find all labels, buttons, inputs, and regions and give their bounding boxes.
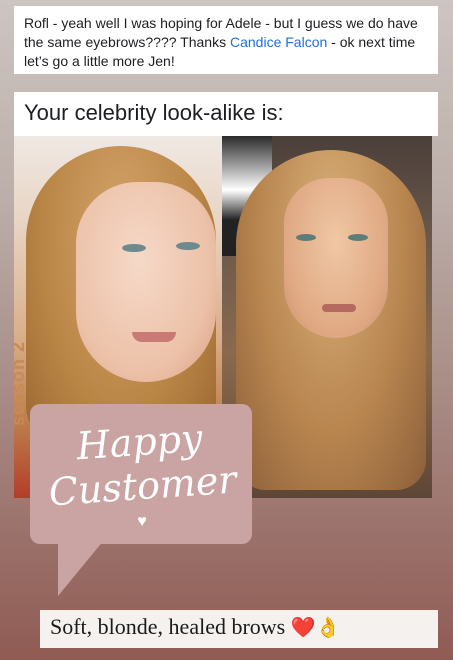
right-eye (176, 242, 200, 250)
post-text-card: Rofl - yeah well I was hoping for Adele … (14, 6, 438, 74)
speech-bubble-tail (58, 540, 104, 596)
profile-link-candice-falcon[interactable]: Candice Falcon (230, 34, 327, 50)
face-shape (76, 182, 216, 382)
right-eye (348, 234, 368, 241)
season-label: season 2 (14, 341, 28, 426)
lookalike-heading: Your celebrity look-alike is: (14, 92, 438, 136)
sticker-text: Happy Customer (47, 415, 238, 515)
face-shape (284, 178, 388, 338)
mouth (322, 304, 356, 312)
celebrity-photo (222, 136, 432, 498)
left-eye (296, 234, 316, 241)
happy-customer-sticker: Happy Customer ♥ (30, 404, 252, 544)
ok-hand-icon: 👌 (315, 617, 341, 639)
left-eye (122, 244, 146, 252)
red-heart-icon: ❤️ (290, 617, 316, 639)
caption-bar: Soft, blonde, healed brows ❤️👌 (40, 610, 438, 648)
heart-icon: ♥ (137, 513, 147, 530)
mouth (132, 332, 176, 342)
caption-text: Soft, blonde, healed brows (50, 614, 286, 639)
